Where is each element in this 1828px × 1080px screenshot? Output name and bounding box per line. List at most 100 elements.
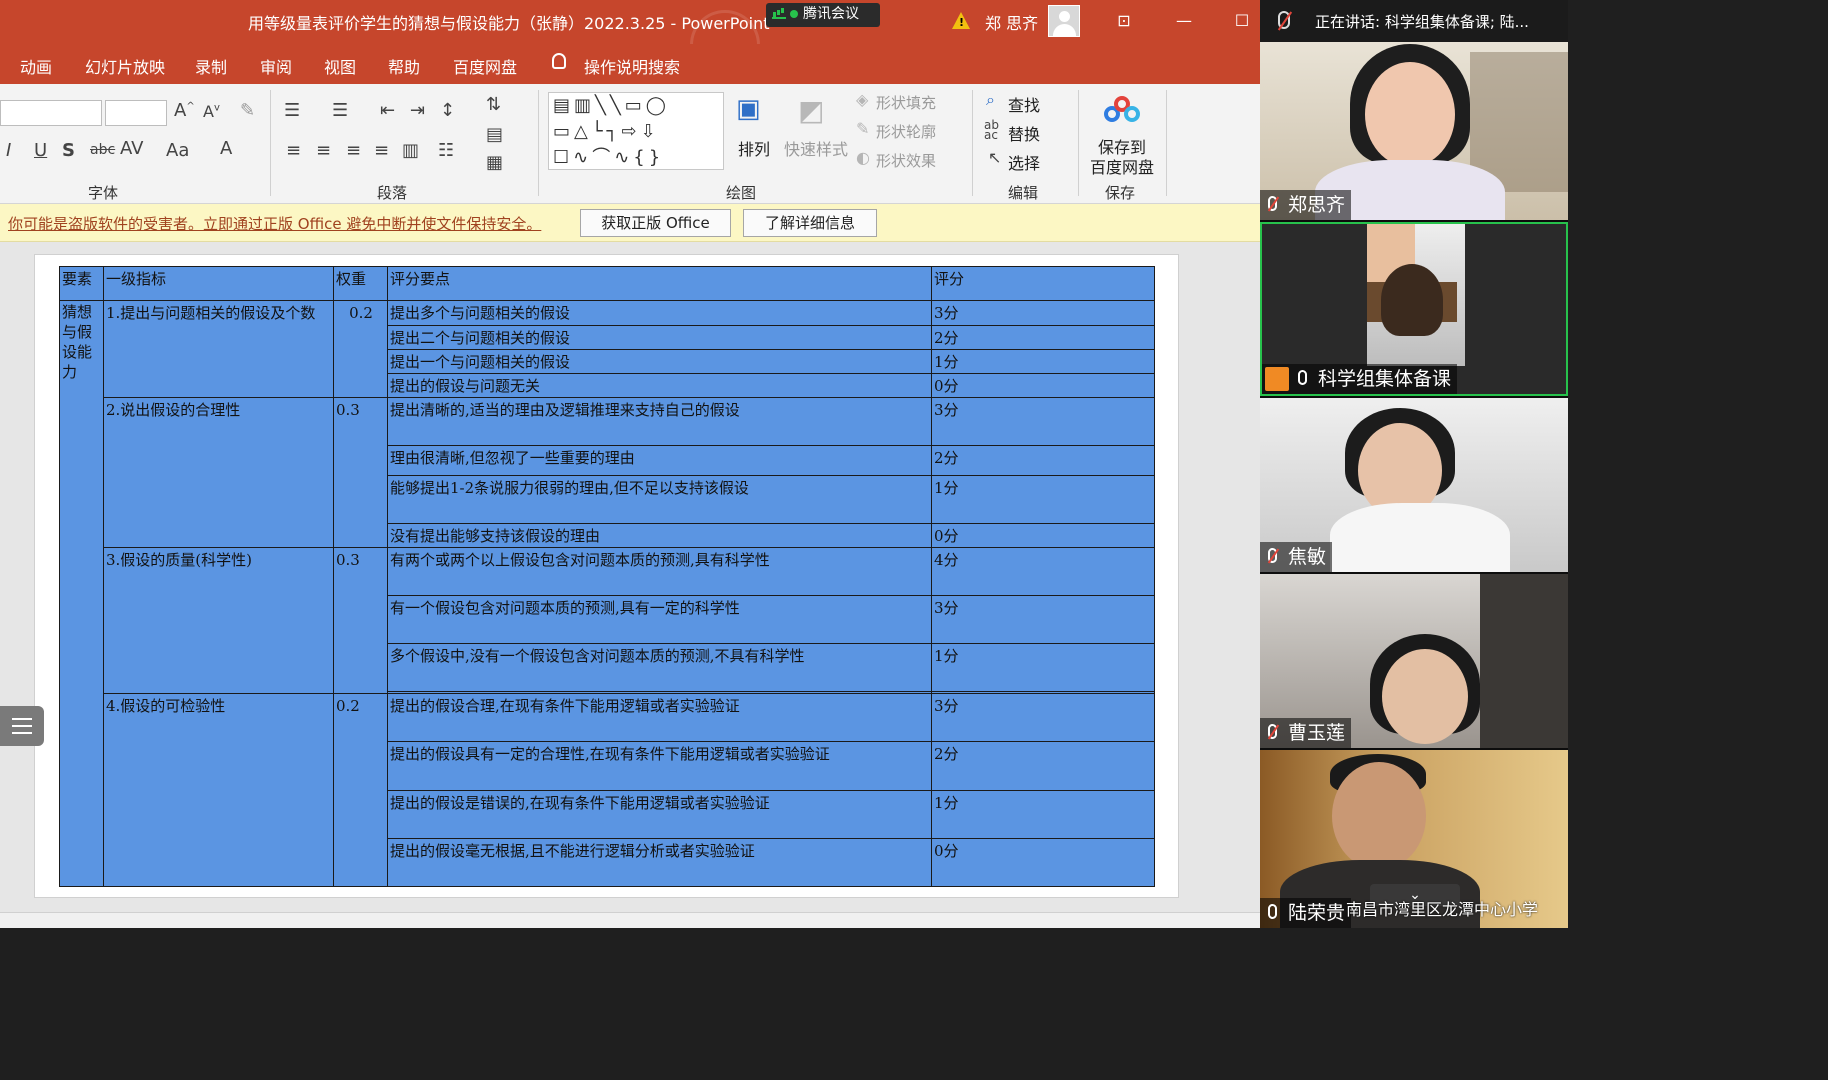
align-right-icon[interactable]: ≡ bbox=[346, 140, 361, 161]
tab-slideshow[interactable]: 幻灯片放映 bbox=[85, 54, 165, 78]
participant-name-tag: 陆荣贵 bbox=[1260, 898, 1352, 928]
ribbon: A^ Av ✎ I U S abc AV Aa A 字体 ☰ ☰ ⇤ ⇥ ↕ ⇅… bbox=[0, 84, 1260, 204]
score-cell: 2分 bbox=[931, 325, 1155, 350]
group-separator bbox=[1078, 90, 1079, 196]
meeting-badge[interactable]: 腾讯会议 bbox=[766, 3, 880, 27]
italic-icon[interactable]: I bbox=[6, 140, 11, 161]
participant-video bbox=[1367, 224, 1465, 366]
video-tile[interactable]: 郑思齐 bbox=[1260, 42, 1568, 220]
char-spacing-icon[interactable]: AV bbox=[120, 138, 143, 159]
point-cell: 提出的假设与问题无关 bbox=[387, 373, 932, 398]
maximize-button[interactable]: ☐ bbox=[1228, 8, 1256, 36]
replace-button[interactable]: 替换 bbox=[1008, 121, 1040, 145]
shapes-gallery[interactable]: ▤▥╲╲▭◯ ▭△└┐⇨⇩ ☐∿⌒∿{} bbox=[548, 92, 724, 170]
table-row: 猜想与假设能力 1.提出与问题相关的假设及个数 0.2 提出多个与问题相关的假设… bbox=[59, 300, 1155, 887]
numbering-icon[interactable]: ☰ bbox=[332, 100, 348, 121]
quick-styles-button[interactable]: 快速样式 bbox=[784, 136, 848, 160]
shape-effects-button[interactable]: 形状效果 bbox=[876, 150, 936, 171]
tab-animations[interactable]: 动画 bbox=[20, 54, 52, 78]
select-button[interactable]: 选择 bbox=[1008, 150, 1040, 174]
text-direction-icon[interactable]: ⇅ bbox=[486, 94, 501, 115]
tab-baidu-netdisk[interactable]: 百度网盘 bbox=[453, 54, 517, 78]
score-cell: 1分 bbox=[931, 790, 1155, 839]
account-avatar[interactable] bbox=[1048, 5, 1080, 37]
tab-record[interactable]: 录制 bbox=[195, 54, 227, 78]
participant-name: 曹玉莲 bbox=[1288, 722, 1346, 744]
shrink-font-icon[interactable]: Av bbox=[203, 102, 220, 121]
shape-outline-button[interactable]: 形状轮廓 bbox=[876, 121, 936, 142]
shadow-icon[interactable]: S bbox=[62, 140, 75, 161]
distributed-icon[interactable]: ▥ bbox=[402, 140, 419, 161]
align-left-icon[interactable]: ≡ bbox=[286, 140, 301, 161]
editing-group-label: 编辑 bbox=[1008, 184, 1039, 202]
ribbon-display-button[interactable]: ⊡ bbox=[1110, 8, 1138, 36]
effects-icon: ◐ bbox=[856, 148, 870, 167]
score-cell: 3分 bbox=[931, 693, 1155, 742]
score-cell: 0分 bbox=[931, 523, 1155, 548]
piracy-notice-text[interactable]: 你可能是盗版软件的受害者。立即通过正版 Office 避免中断并使文件保持安全。 bbox=[8, 213, 541, 234]
group-separator bbox=[270, 90, 271, 196]
line-spacing-icon[interactable]: ↕ bbox=[440, 100, 455, 121]
mic-muted-icon[interactable] bbox=[1278, 11, 1290, 29]
arrange-icon[interactable]: ▣ bbox=[736, 94, 761, 124]
signal-icon bbox=[772, 9, 786, 19]
font-name-box[interactable] bbox=[0, 100, 102, 126]
shape-fill-button[interactable]: 形状填充 bbox=[876, 92, 936, 113]
video-tile[interactable]: 焦敏 bbox=[1260, 398, 1568, 572]
video-tile[interactable]: 曹玉莲 bbox=[1260, 574, 1568, 748]
tell-me-search[interactable]: 操作说明搜索 bbox=[584, 54, 680, 78]
slide-canvas[interactable]: 要素 一级指标 权重 评分要点 评分 猜想与假设能力 1.提出与问题相关的假设及… bbox=[34, 254, 1179, 898]
account-name[interactable]: 郑 思齐 bbox=[985, 10, 1038, 34]
tab-view[interactable]: 视图 bbox=[324, 54, 356, 78]
underline-icon[interactable]: U bbox=[34, 140, 47, 161]
warning-icon[interactable] bbox=[952, 12, 970, 29]
arrange-button[interactable]: 排列 bbox=[738, 136, 770, 160]
point-cell: 提出多个与问题相关的假设 bbox=[387, 300, 932, 326]
learn-more-button[interactable]: 了解详细信息 bbox=[743, 209, 877, 237]
quick-styles-icon[interactable]: ◩ bbox=[798, 94, 824, 127]
outline-view-button[interactable] bbox=[0, 706, 44, 746]
font-color-icon[interactable]: A bbox=[220, 138, 232, 159]
score-cell: 2分 bbox=[931, 741, 1155, 791]
point-cell: 有两个或两个以上假设包含对问题本质的预测,具有科学性 bbox=[387, 547, 932, 596]
save-group-label: 保存 bbox=[1105, 184, 1136, 202]
mic-muted-icon bbox=[1268, 548, 1277, 563]
point-cell: 提出二个与问题相关的假设 bbox=[387, 325, 932, 350]
columns-icon[interactable]: ☷ bbox=[438, 140, 454, 161]
video-tile-active[interactable]: 科学组集体备课 bbox=[1260, 222, 1568, 396]
tab-review[interactable]: 审阅 bbox=[260, 54, 292, 78]
font-group-label: 字体 bbox=[88, 184, 119, 202]
decrease-indent-icon[interactable]: ⇤ bbox=[380, 100, 395, 121]
window-title: 用等级量表评价学生的猜想与假设能力（张静）2022.3.25 - PowerPo… bbox=[248, 14, 770, 33]
tab-help[interactable]: 帮助 bbox=[388, 54, 420, 78]
get-genuine-office-button[interactable]: 获取正版 Office bbox=[580, 209, 731, 237]
increase-indent-icon[interactable]: ⇥ bbox=[410, 100, 425, 121]
align-text-icon[interactable]: ▤ bbox=[486, 124, 503, 145]
indicator-cell: 1.提出与问题相关的假设及个数 bbox=[103, 300, 334, 398]
save-to-netdisk-line2[interactable]: 百度网盘 bbox=[1090, 154, 1154, 178]
clear-format-icon[interactable]: ✎ bbox=[240, 100, 255, 121]
ribbon-tabs: 动画 幻灯片放映 录制 审阅 视图 帮助 百度网盘 操作说明搜索 bbox=[0, 44, 1260, 84]
point-cell: 提出清晰的,适当的理由及逻辑推理来支持自己的假设 bbox=[387, 397, 932, 446]
header-cell: 要素 bbox=[59, 266, 104, 301]
change-case-icon[interactable]: Aa bbox=[166, 140, 189, 161]
table-row: 2.说出假设的合理性 0.3 提出清晰的,适当的理由及逻辑推理来支持自己的假设 … bbox=[60, 397, 1155, 548]
score-cell: 4分 bbox=[931, 547, 1155, 596]
point-cell: 提出的假设合理,在现有条件下能用逻辑或者实验验证 bbox=[387, 693, 932, 742]
score-cell: 3分 bbox=[931, 595, 1155, 644]
font-size-box[interactable] bbox=[105, 100, 167, 126]
rubric-table[interactable]: 要素 一级指标 权重 评分要点 评分 猜想与假设能力 1.提出与问题相关的假设及… bbox=[59, 266, 1155, 887]
align-center-icon[interactable]: ≡ bbox=[316, 140, 331, 161]
strikethrough-icon[interactable]: abc bbox=[90, 142, 115, 158]
bullets-icon[interactable]: ☰ bbox=[284, 100, 300, 121]
weight-cell: 0.2 bbox=[333, 300, 388, 398]
minimize-button[interactable]: — bbox=[1170, 8, 1198, 36]
smartart-icon[interactable]: ▦ bbox=[486, 152, 503, 173]
find-icon: ⌕ bbox=[986, 90, 995, 109]
grow-font-icon[interactable]: A^ bbox=[174, 100, 195, 121]
participant-name-tag: 曹玉莲 bbox=[1260, 718, 1352, 748]
justify-icon[interactable]: ≡ bbox=[374, 140, 389, 161]
find-button[interactable]: 查找 bbox=[1008, 92, 1040, 116]
score-cell: 2分 bbox=[931, 445, 1155, 476]
point-cell: 多个假设中,没有一个假设包含对问题本质的预测,不具有科学性 bbox=[387, 643, 932, 692]
